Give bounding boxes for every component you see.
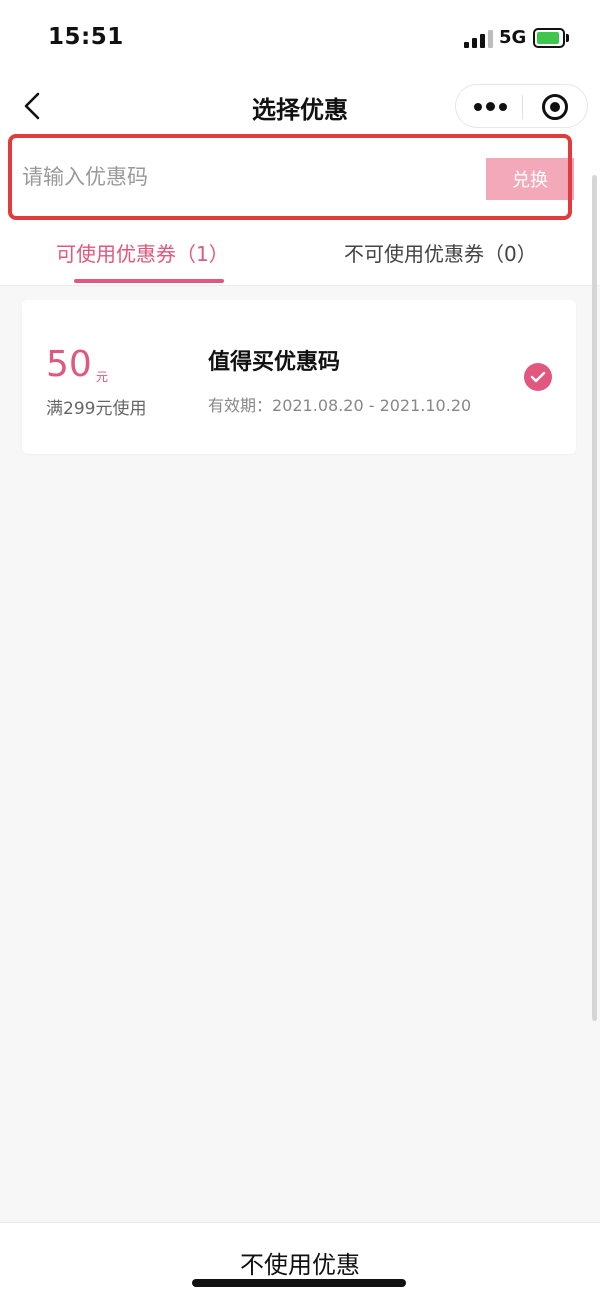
nav-bar: 选择优惠: [0, 78, 600, 134]
no-coupon-button[interactable]: 不使用优惠: [0, 1223, 600, 1300]
tab-unavailable-coupons[interactable]: 不可使用优惠券（0）: [344, 238, 537, 267]
signal-icon: [464, 30, 494, 48]
coupon-threshold: 满299元使用: [46, 399, 147, 419]
status-time: 15:51: [48, 24, 124, 50]
redeem-row: 兑换: [0, 134, 600, 220]
tab-available-coupons[interactable]: 可使用优惠券（1）: [56, 238, 229, 267]
coupon-name: 值得买优惠码: [208, 350, 341, 375]
bottom-bar: 不使用优惠: [0, 1222, 600, 1300]
battery-charging-icon: [533, 28, 565, 48]
validity-range: 2021.08.20 - 2021.10.20: [272, 396, 472, 415]
check-icon[interactable]: [524, 363, 552, 391]
battery-cap: [566, 34, 569, 42]
home-indicator: [192, 1279, 406, 1287]
mini-program-capsule: [455, 84, 588, 128]
active-tab-underline: [74, 279, 224, 283]
coupon-tabs: 可使用优惠券（1） 不可使用优惠券（0）: [0, 220, 600, 286]
capsule-divider: [522, 95, 523, 119]
battery-level: [537, 32, 559, 44]
coupon-select-screen: 15:51 5G 选择优惠 兑换 可使用: [0, 0, 600, 1300]
coupon-amount: 50: [46, 344, 92, 385]
coupon-unit: 元: [96, 370, 109, 384]
network-label: 5G: [499, 27, 527, 48]
coupon-card[interactable]: 50 元 满299元使用 值得买优惠码 有效期：2021.08.20 - 202…: [22, 300, 576, 454]
target-icon[interactable]: [542, 94, 568, 120]
status-bar: 15:51 5G: [0, 0, 600, 78]
validity-label: 有效期：: [208, 396, 273, 415]
more-icon[interactable]: [472, 100, 508, 114]
highlight-box: [8, 134, 572, 220]
scrollbar[interactable]: [592, 175, 597, 1021]
coupon-validity: 有效期：2021.08.20 - 2021.10.20: [208, 392, 471, 416]
